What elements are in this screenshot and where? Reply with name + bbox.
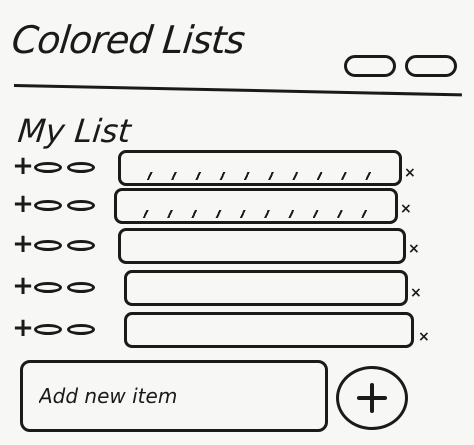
plus-icon[interactable]: + — [12, 190, 34, 218]
color-oval-icon[interactable] — [67, 324, 95, 335]
item-controls: + — [12, 272, 112, 300]
color-oval-icon[interactable] — [34, 324, 62, 335]
plus-icon[interactable]: + — [12, 230, 34, 258]
list-item: + × — [0, 312, 474, 352]
close-icon[interactable]: × — [404, 166, 416, 180]
close-icon[interactable]: × — [410, 286, 422, 300]
close-icon[interactable]: × — [408, 242, 420, 256]
item-field[interactable] — [124, 270, 408, 306]
header-divider — [13, 84, 462, 97]
close-icon[interactable]: × — [400, 202, 412, 216]
item-controls: + — [12, 314, 112, 342]
list-title: My List — [16, 112, 133, 150]
plus-icon[interactable]: + — [12, 152, 34, 180]
item-controls: + — [12, 230, 112, 258]
color-oval-icon[interactable] — [67, 240, 95, 251]
color-oval-icon[interactable] — [67, 162, 95, 173]
close-icon[interactable]: × — [418, 330, 430, 344]
list-item: + × — [0, 150, 474, 190]
color-oval-icon[interactable] — [67, 200, 95, 211]
plus-icon — [357, 383, 387, 413]
item-field[interactable] — [118, 150, 402, 186]
item-controls: + — [12, 152, 112, 180]
plus-icon[interactable]: + — [12, 314, 34, 342]
color-oval-icon[interactable] — [34, 240, 62, 251]
plus-icon[interactable]: + — [12, 272, 34, 300]
item-field[interactable] — [114, 188, 398, 224]
header-button-2[interactable] — [405, 55, 457, 77]
list-item: + × — [0, 270, 474, 310]
item-field[interactable] — [124, 312, 414, 348]
add-item-input[interactable] — [20, 360, 328, 432]
item-field[interactable] — [118, 228, 406, 264]
header-button-1[interactable] — [344, 55, 396, 77]
item-controls: + — [12, 190, 112, 218]
color-oval-icon[interactable] — [34, 162, 62, 173]
list-item: + × — [0, 188, 474, 228]
add-item-button[interactable] — [336, 366, 408, 430]
color-oval-icon[interactable] — [67, 282, 95, 293]
color-oval-icon[interactable] — [34, 200, 62, 211]
list-item: + × — [0, 228, 474, 268]
app-title: Colored Lists — [9, 18, 247, 62]
color-oval-icon[interactable] — [34, 282, 62, 293]
